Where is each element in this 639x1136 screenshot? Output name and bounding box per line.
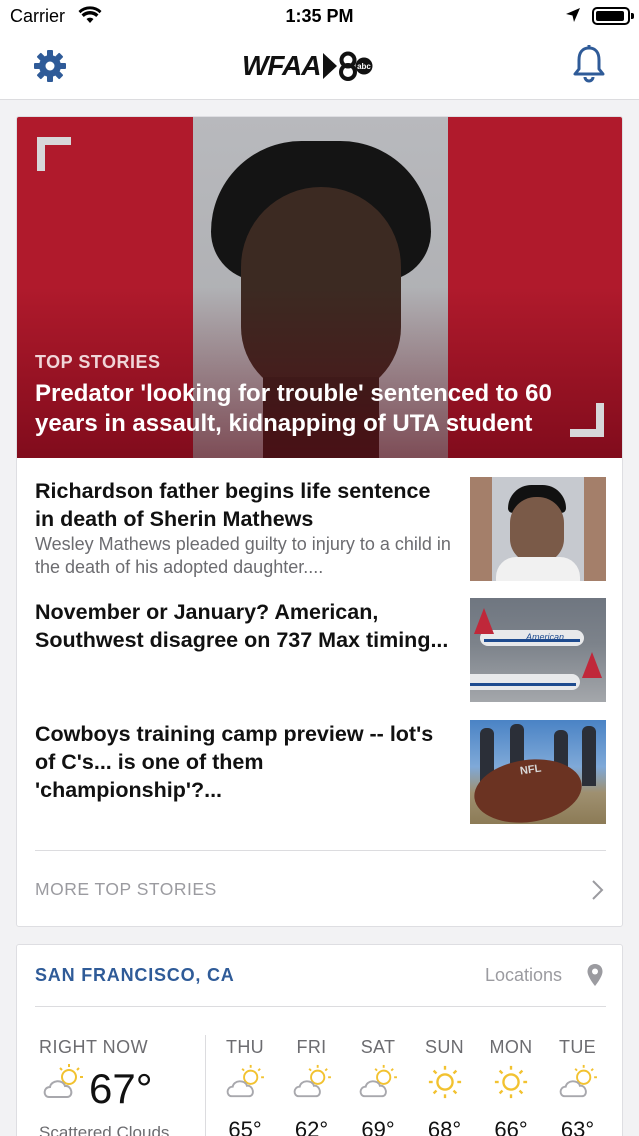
forecast-day-sun[interactable]: SUN 68° bbox=[415, 1037, 475, 1136]
forecast-day-name: SAT bbox=[360, 1037, 396, 1057]
sun-icon bbox=[415, 1064, 475, 1100]
story-headline[interactable]: November or January? American, Southwest… bbox=[35, 598, 455, 654]
nav-bar: WFAA abc bbox=[0, 34, 639, 100]
thumbnail-plane bbox=[470, 674, 580, 690]
forecast-day-mon[interactable]: MON 66° bbox=[481, 1037, 541, 1136]
forecast-day-temperature: 69° bbox=[361, 1117, 395, 1136]
story-summary: Wesley Mathews pleaded guilty to injury … bbox=[35, 534, 451, 577]
forecast-day-temperature: 66° bbox=[494, 1117, 528, 1136]
story-thumbnail[interactable]: NFL bbox=[470, 720, 606, 824]
partly-cloudy-icon bbox=[215, 1064, 275, 1100]
notifications-bell-icon[interactable] bbox=[571, 44, 607, 84]
partly-cloudy-icon bbox=[282, 1064, 342, 1100]
forecast-day-fri[interactable]: FRI 62° bbox=[282, 1037, 342, 1136]
story-thumbnail[interactable]: American bbox=[470, 598, 606, 702]
forecast-day-tue[interactable]: TUE 63° bbox=[548, 1037, 608, 1136]
more-top-stories-link[interactable]: MORE TOP STORIES bbox=[17, 851, 622, 926]
clock-label: 1:35 PM bbox=[285, 6, 354, 26]
thumbnail-plane-tail bbox=[582, 652, 602, 678]
battery-icon bbox=[592, 7, 634, 25]
forecast-day-temperature: 63° bbox=[560, 1117, 595, 1136]
story-headline[interactable]: Cowboys training camp preview -- lot's o… bbox=[35, 720, 455, 804]
thumbnail-plane-text: American bbox=[526, 632, 565, 642]
settings-gear-icon[interactable] bbox=[32, 48, 68, 84]
location-arrow-icon bbox=[566, 8, 580, 22]
partly-cloudy-icon bbox=[548, 1064, 608, 1100]
more-top-stories-label: MORE TOP STORIES bbox=[35, 879, 217, 899]
thumbnail-shirt bbox=[496, 557, 580, 581]
forecast-day-name: TUE bbox=[559, 1037, 596, 1057]
story-thumbnail[interactable] bbox=[470, 477, 606, 581]
weather-vertical-divider bbox=[205, 1035, 206, 1136]
partly-cloudy-icon bbox=[43, 1064, 83, 1098]
forecast-day-name: FRI bbox=[296, 1037, 327, 1057]
partly-cloudy-icon bbox=[348, 1064, 408, 1100]
forecast-day-temperature: 65° bbox=[228, 1117, 262, 1136]
top-stories-card: TOP STORIES Predator 'looking for troubl… bbox=[16, 116, 623, 927]
weather-divider bbox=[35, 1006, 606, 1007]
forecast-day-temperature: 62° bbox=[294, 1117, 329, 1136]
current-temperature: 67° bbox=[89, 1065, 153, 1112]
forecast-day-name: MON bbox=[489, 1037, 533, 1057]
wfaa-logo: WFAA abc bbox=[242, 50, 373, 82]
story-item[interactable]: November or January? American, Southwest… bbox=[35, 598, 606, 702]
hero-section-label: TOP STORIES bbox=[35, 352, 161, 372]
thumbnail-plane-tail bbox=[474, 608, 494, 634]
hero-story[interactable]: TOP STORIES Predator 'looking for troubl… bbox=[17, 117, 622, 458]
corner-bracket-top-left bbox=[37, 137, 71, 171]
forecast-day-name: SUN bbox=[425, 1037, 464, 1057]
thumbnail-plane-stripe bbox=[470, 683, 576, 686]
thumbnail-player bbox=[582, 726, 596, 786]
status-bar: Carrier 1:35 PM bbox=[0, 0, 639, 34]
channel-8-abc-badge: abc bbox=[323, 51, 373, 81]
chevron-right-icon bbox=[592, 880, 604, 900]
right-now-label: RIGHT NOW bbox=[39, 1037, 149, 1057]
current-condition: Scattered Clouds bbox=[39, 1123, 170, 1136]
location-pin-icon[interactable] bbox=[586, 963, 604, 987]
forecast-day-name: THU bbox=[226, 1037, 264, 1057]
hero-headline[interactable]: Predator 'looking for trouble' sentenced… bbox=[35, 379, 595, 439]
weather-card: SAN FRANCISCO, CA Locations RIGHT NOW 67… bbox=[16, 944, 623, 1136]
thumbnail-face bbox=[510, 497, 564, 563]
forecast-day-thu[interactable]: THU 65° bbox=[215, 1037, 275, 1136]
locations-button[interactable]: Locations bbox=[485, 965, 562, 986]
sun-icon bbox=[481, 1064, 541, 1100]
weather-city-label[interactable]: SAN FRANCISCO, CA bbox=[35, 965, 235, 986]
logo-text: WFAA bbox=[242, 50, 321, 81]
logo-network-text: abc bbox=[358, 62, 372, 71]
forecast-day-sat[interactable]: SAT 69° bbox=[348, 1037, 408, 1136]
story-headline[interactable]: Richardson father begins life sentence i… bbox=[35, 477, 455, 533]
story-item[interactable]: Cowboys training camp preview -- lot's o… bbox=[35, 720, 606, 824]
forecast-day-temperature: 68° bbox=[427, 1117, 462, 1136]
story-item[interactable]: Richardson father begins life sentence i… bbox=[35, 477, 606, 581]
